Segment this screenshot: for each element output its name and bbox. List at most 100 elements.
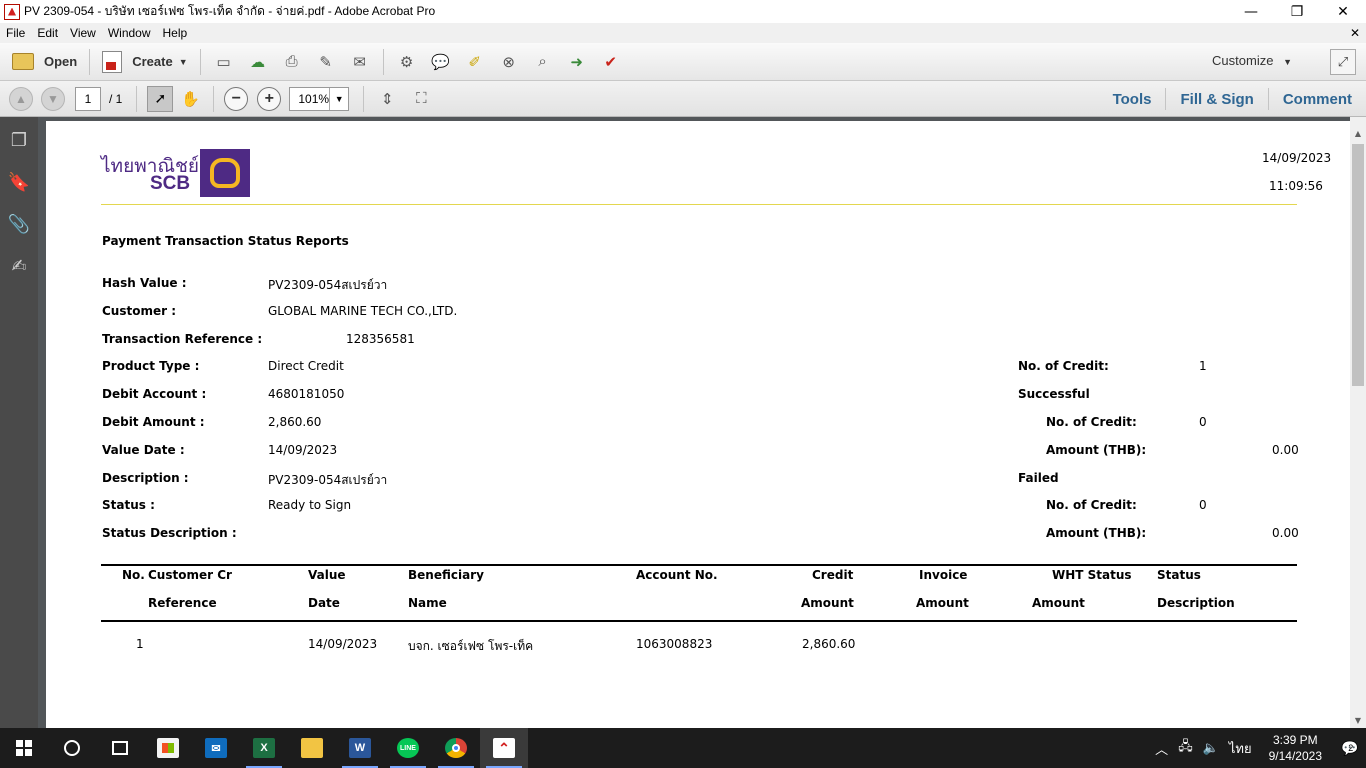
open-button[interactable]: Open <box>6 47 83 77</box>
signatures-icon[interactable]: ✍ <box>8 255 30 277</box>
search-icon[interactable]: ⌕ <box>532 51 554 73</box>
attachments-icon[interactable]: 📎 <box>8 213 30 235</box>
task-panes: Tools Fill & Sign Comment <box>1099 81 1366 117</box>
excel-app[interactable]: X <box>240 728 288 768</box>
create-pdf-icon <box>102 50 123 73</box>
menu-view[interactable]: View <box>64 26 102 40</box>
task-view-icon <box>112 741 128 755</box>
restore-button[interactable]: ❐ <box>1274 0 1320 23</box>
tab-fill-sign[interactable]: Fill & Sign <box>1165 88 1267 110</box>
successful-amount-value: 0.00 <box>1272 443 1299 457</box>
volume-icon[interactable]: 🔈 <box>1198 740 1224 756</box>
customize-dropdown[interactable]: Customize ▼ <box>1212 53 1292 68</box>
export-icon[interactable]: ➜ <box>566 51 588 73</box>
folder-icon <box>301 738 323 758</box>
zoom-level-select[interactable]: 101% ▼ <box>289 86 350 111</box>
minimize-button[interactable]: — <box>1228 0 1274 23</box>
acrobat-app[interactable]: ⌃ <box>480 728 528 768</box>
menu-edit[interactable]: Edit <box>31 26 64 40</box>
report-time: 11:09:56 <box>1269 179 1323 193</box>
expand-icon[interactable]: ⤢ <box>1330 49 1356 75</box>
toolbar-separator <box>213 85 215 112</box>
excel-icon: X <box>253 738 275 758</box>
chrome-icon <box>445 738 467 758</box>
delete-icon[interactable]: ⊗ <box>498 51 520 73</box>
email-icon[interactable]: ✉ <box>349 51 371 73</box>
save-icon[interactable]: ▭ <box>213 51 235 73</box>
menu-window[interactable]: Window <box>102 26 157 40</box>
toolbar-separator <box>382 48 384 75</box>
col-no-header: No. <box>122 568 145 582</box>
scroll-down-icon[interactable]: ▼ <box>1350 712 1366 728</box>
edit-icon[interactable]: ✎ <box>315 51 337 73</box>
description-value: PV2309-054สเปรย์วา <box>268 473 388 487</box>
navigation-toolbar: ▲ ▼ 1 / 1 ➚ ✋ − + 101% ▼ ⇕ ⛶ Tools Fill … <box>0 81 1366 117</box>
clock-date: 9/14/2023 <box>1268 749 1322 763</box>
menu-help[interactable]: Help <box>157 26 194 40</box>
previous-page-icon[interactable]: ▲ <box>9 86 33 111</box>
page-number-input[interactable]: 1 <box>75 86 101 111</box>
create-button[interactable]: Create ▼ <box>96 47 193 77</box>
stamp-icon[interactable]: ✔ <box>600 51 622 73</box>
debit-amount-value: 2,860.60 <box>268 415 322 429</box>
word-icon: W <box>349 738 371 758</box>
toolbar-separator <box>89 48 91 75</box>
store-app[interactable] <box>144 728 192 768</box>
chrome-app[interactable] <box>432 728 480 768</box>
line-app[interactable]: LINE <box>384 728 432 768</box>
col-wht-header: WHT Status <box>1052 568 1132 582</box>
print-icon[interactable]: ⎙ <box>281 51 303 73</box>
hand-tool-icon[interactable]: ✋ <box>179 88 201 110</box>
tab-comment[interactable]: Comment <box>1267 88 1366 110</box>
language-indicator[interactable]: ไทย <box>1224 738 1257 759</box>
highlight-icon[interactable]: ✐ <box>464 51 486 73</box>
report-date: 14/09/2023 <box>1262 151 1332 165</box>
start-button[interactable] <box>0 728 48 768</box>
page-thumbnails-icon[interactable]: ❐ <box>8 129 30 151</box>
tab-tools[interactable]: Tools <box>1099 88 1166 110</box>
left-navigation-pane: ❐ 🔖 📎 ✍ <box>0 117 38 728</box>
file-explorer-app[interactable] <box>288 728 336 768</box>
toolbar-separator <box>199 48 201 75</box>
comment-icon[interactable]: 💬 <box>430 51 452 73</box>
network-icon[interactable]: 🖧 <box>1173 737 1198 759</box>
bookmarks-icon[interactable]: 🔖 <box>8 171 30 193</box>
menu-file[interactable]: File <box>0 26 31 40</box>
clock[interactable]: 3:39 PM 9/14/2023 <box>1257 732 1334 764</box>
mail-app[interactable]: ✉ <box>192 728 240 768</box>
txref-label: Transaction Reference : <box>102 332 263 346</box>
col-customer-ref-header-2: Reference <box>148 596 217 610</box>
scroll-up-icon[interactable]: ▲ <box>1350 125 1366 141</box>
debit-account-label: Debit Account : <box>102 387 207 401</box>
notification-center-icon[interactable]: 💬 2 <box>1334 740 1366 757</box>
upload-icon[interactable]: ☁ <box>247 51 269 73</box>
zoom-out-icon[interactable]: − <box>224 86 249 111</box>
line-icon: LINE <box>397 738 419 758</box>
col-value-date-header-2: Date <box>308 596 340 610</box>
txref-value: 128356581 <box>346 332 415 346</box>
header-divider <box>101 204 1297 205</box>
hash-label: Hash Value : <box>102 276 187 290</box>
toolbar-separator <box>363 85 365 112</box>
full-screen-icon[interactable]: ⛶ <box>410 88 432 110</box>
word-app[interactable]: W <box>336 728 384 768</box>
row-credit: 2,860.60 <box>802 637 856 651</box>
windows-logo-icon <box>16 740 32 756</box>
chevron-up-icon[interactable]: ︿ <box>1150 739 1173 758</box>
select-tool-icon[interactable]: ➚ <box>147 85 174 112</box>
zoom-in-icon[interactable]: + <box>257 86 282 111</box>
table-top-rule <box>101 564 1297 566</box>
search-button[interactable] <box>48 728 96 768</box>
next-page-icon[interactable]: ▼ <box>41 86 65 111</box>
hash-value: PV2309-054สเปรย์วา <box>268 278 388 292</box>
task-view-button[interactable] <box>96 728 144 768</box>
close-button[interactable]: ✕ <box>1320 0 1366 23</box>
pdf-page: ไทยพาณิชย์ SCB 14/09/2023 11:09:56 Payme… <box>46 121 1350 728</box>
scroll-thumb[interactable] <box>1352 144 1364 386</box>
document-close-button[interactable]: ✕ <box>1350 26 1360 40</box>
settings-icon[interactable]: ⚙ <box>396 51 418 73</box>
fit-page-icon[interactable]: ⇕ <box>376 88 398 110</box>
vertical-scrollbar[interactable]: ▲ ▼ <box>1350 117 1366 728</box>
acrobat-icon: ⌃ <box>493 738 515 758</box>
debit-amount-label: Debit Amount : <box>102 415 205 429</box>
